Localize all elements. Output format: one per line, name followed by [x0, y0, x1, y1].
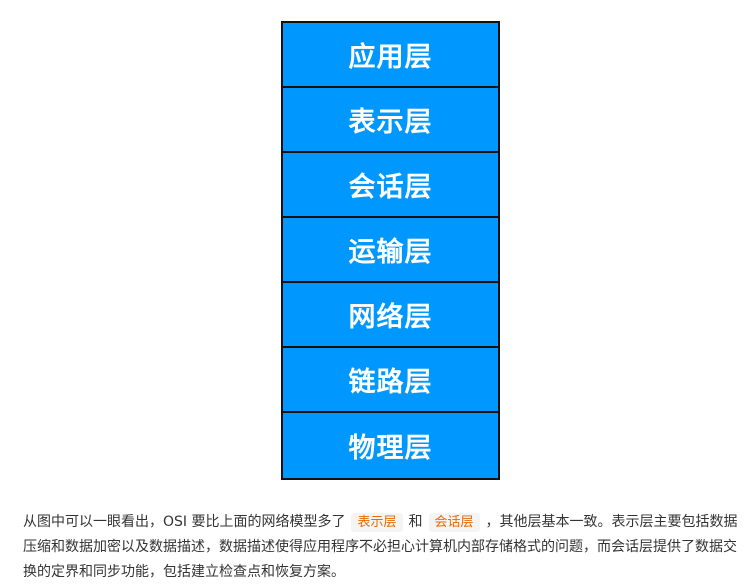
inline-code-session: 会话层: [428, 513, 480, 532]
layer-session: 会话层: [283, 153, 498, 218]
layer-network: 网络层: [283, 283, 498, 348]
layer-physical: 物理层: [348, 433, 433, 464]
layer-transport: 运输层: [283, 218, 498, 283]
inline-code-presentation: 表示层: [351, 513, 403, 532]
layer-link: 链路层: [283, 348, 498, 413]
layer-application: 应用层: [283, 23, 498, 88]
layer-presentation: 表示层: [283, 88, 498, 153]
caption-text-1: 从图中可以一眼看出，OSI 要比上面的网络模型多了: [23, 514, 346, 530]
caption-text-2: 和: [408, 514, 423, 530]
osi-layer-stack: 应用层 表示层 会话层 运输层 网络层 链路层 物理层: [281, 21, 500, 480]
caption-paragraph: 从图中可以一眼看出，OSI 要比上面的网络模型多了 表示层和会话层 ，其他层基本一致…: [23, 510, 748, 585]
